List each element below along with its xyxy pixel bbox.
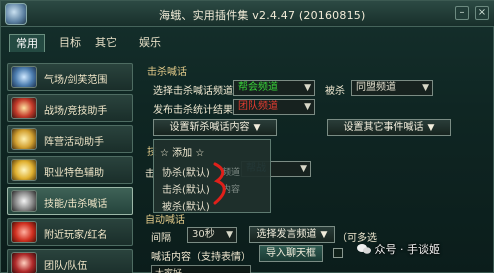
option-checkbox[interactable] bbox=[333, 248, 343, 258]
battle-icon bbox=[11, 97, 37, 119]
chevron-down-icon: ▼ bbox=[320, 230, 328, 240]
chevron-down-icon: ▼ bbox=[226, 230, 233, 240]
red-annotation-mark bbox=[213, 162, 226, 205]
select-speech-channel-label: 选择发言频道 bbox=[256, 229, 317, 240]
set-other-event-button[interactable]: 设置其它事件喊话 ▼ bbox=[327, 119, 451, 136]
sidebar-item-label: 阵营活动助手 bbox=[44, 137, 104, 148]
chevron-down-icon: ▼ bbox=[300, 164, 307, 174]
kill-channel-select[interactable]: 帮会频道 ▼ bbox=[233, 80, 315, 96]
kill-stats-select[interactable]: 团队频道 ▼ bbox=[233, 99, 315, 115]
dropdown-item-assist-kill[interactable]: 协杀(默认) bbox=[162, 164, 210, 179]
sidebar-item-class[interactable]: 职业特色辅助 bbox=[7, 156, 133, 184]
sidebar-item-battle[interactable]: 战场/竞技助手 bbox=[7, 94, 133, 122]
chevron-down-icon: ▼ bbox=[304, 83, 311, 93]
class-icon bbox=[11, 159, 37, 181]
window-title: 海蛾、实用插件集 v2.4.47 (20160815) bbox=[159, 9, 366, 22]
sidebar-item-label: 战场/竞技助手 bbox=[44, 106, 108, 117]
sidebar-item-aura[interactable]: 气场/剑芙范围 bbox=[7, 63, 133, 91]
kill-section-title: 击杀喊话 bbox=[147, 67, 187, 78]
sidebar-item-label: 气场/剑芙范围 bbox=[44, 75, 108, 86]
kill-stats-label: 发布击杀统计结果 bbox=[153, 105, 233, 116]
kill-stats-value: 团队频道 bbox=[238, 101, 278, 112]
sidebar: 气场/剑芙范围 战场/竞技助手 阵营活动助手 职业特色辅助 技能/击杀喊话 附近… bbox=[7, 59, 133, 273]
tab-fun[interactable]: 娱乐 bbox=[133, 34, 167, 52]
camp-icon bbox=[11, 128, 37, 150]
import-chatbox-button[interactable]: 导入聊天框 bbox=[259, 245, 323, 262]
interval-label: 间隔 bbox=[151, 233, 171, 244]
sidebar-item-players[interactable]: 附近玩家/红名 bbox=[7, 218, 133, 246]
chevron-down-icon: ▼ bbox=[304, 102, 311, 112]
message-content-label: 喊话内容（支持表情） bbox=[151, 252, 251, 263]
killed-channel-select[interactable]: 同盟频道 ▼ bbox=[351, 80, 433, 96]
sidebar-item-camp[interactable]: 阵营活动助手 bbox=[7, 125, 133, 153]
set-kill-message-label: 设置斩杀喊话内容 bbox=[169, 122, 250, 133]
auto-section-title: 自动喊话 bbox=[145, 215, 185, 226]
interval-select[interactable]: 30秒 ▼ bbox=[187, 227, 237, 243]
kill-channel-label: 选择击杀喊话频道 bbox=[153, 86, 233, 97]
tab-common[interactable]: 常用 bbox=[9, 34, 45, 52]
chevron-down-icon: ▼ bbox=[253, 123, 261, 133]
killed-channel-value: 同盟频道 bbox=[356, 82, 396, 93]
team-icon bbox=[11, 252, 37, 273]
watermark-text: 众号 · 手谈姬 bbox=[374, 243, 441, 256]
close-icon[interactable]: × bbox=[475, 6, 489, 20]
player-icon bbox=[11, 221, 37, 243]
message-content-input[interactable]: 大家好 bbox=[151, 265, 251, 273]
sidebar-item-label: 职业特色辅助 bbox=[44, 168, 104, 179]
set-other-event-label: 设置其它事件喊话 bbox=[343, 122, 424, 133]
sidebar-item-team[interactable]: 团队/队伍 bbox=[7, 249, 133, 273]
tab-other[interactable]: 其它 bbox=[89, 34, 123, 52]
sidebar-item-label: 附近玩家/红名 bbox=[44, 230, 108, 241]
tab-target[interactable]: 目标 bbox=[53, 34, 87, 52]
set-kill-message-button[interactable]: 设置斩杀喊话内容 ▼ bbox=[153, 119, 277, 136]
sidebar-item-label: 技能/击杀喊话 bbox=[44, 199, 108, 210]
sidebar-item-label: 团队/队伍 bbox=[44, 261, 88, 272]
app-window: 海蛾、实用插件集 v2.4.47 (20160815) – × 常用 目标 其它… bbox=[0, 0, 494, 273]
kill-channel-value: 帮会频道 bbox=[238, 82, 278, 93]
select-speech-channel-button[interactable]: 选择发言频道 ▼ bbox=[249, 226, 335, 243]
title-bar: 海蛾、实用插件集 v2.4.47 (20160815) – × bbox=[1, 1, 494, 27]
watermark: 众号 · 手谈姬 bbox=[357, 241, 440, 257]
dropdown-item-kill[interactable]: 击杀(默认) bbox=[162, 181, 210, 196]
wechat-icon bbox=[357, 244, 371, 254]
dropdown-title-text: 添加 bbox=[172, 148, 193, 159]
interval-value: 30秒 bbox=[192, 229, 215, 240]
minimize-icon[interactable]: – bbox=[455, 6, 469, 20]
killed-label: 被杀 bbox=[325, 86, 345, 97]
skill-icon bbox=[11, 190, 37, 212]
chevron-down-icon: ▼ bbox=[427, 123, 435, 133]
sidebar-item-skill[interactable]: 技能/击杀喊话 bbox=[7, 187, 133, 215]
chevron-down-icon: ▼ bbox=[422, 83, 429, 93]
dropdown-title: ☆ 添加 ☆ bbox=[160, 148, 205, 159]
addon-logo-icon bbox=[5, 3, 27, 25]
aura-icon bbox=[11, 66, 37, 88]
